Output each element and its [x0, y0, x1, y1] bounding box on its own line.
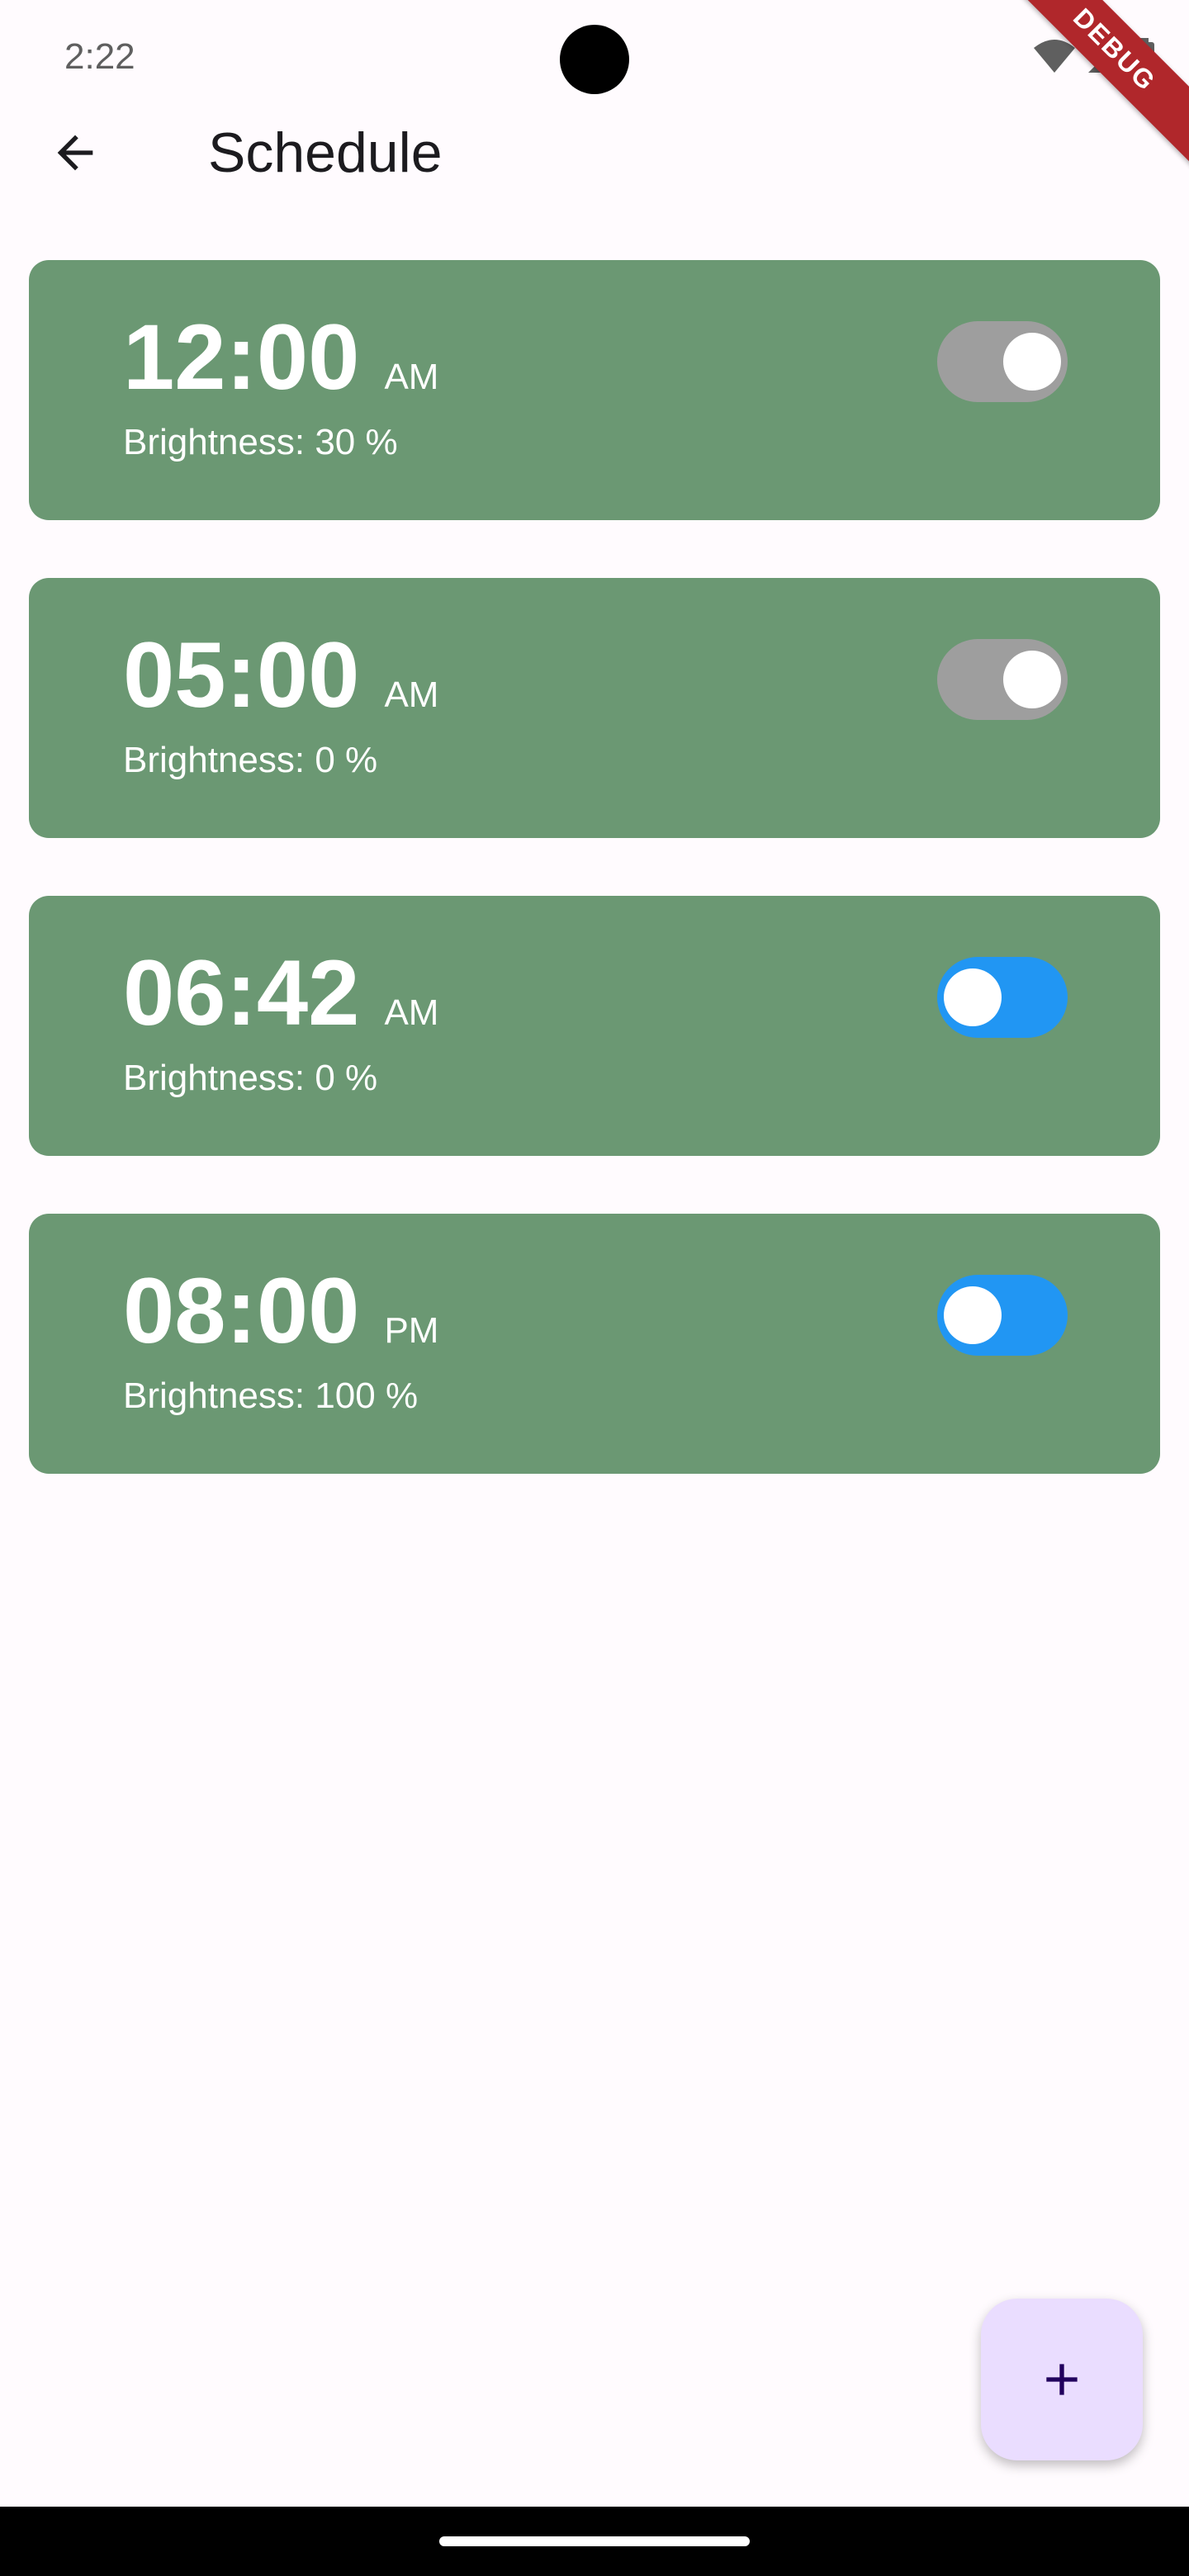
schedule-brightness: Brightness: 100 % — [123, 1376, 419, 1416]
schedule-brightness: Brightness: 0 % — [123, 1058, 378, 1098]
schedule-list: 12:00 AM Brightness: 30 % 05:00 AM Brigh… — [29, 260, 1160, 1532]
schedule-toggle[interactable] — [937, 1275, 1068, 1356]
toggle-thumb — [1003, 333, 1061, 391]
status-time: 2:22 — [64, 36, 135, 77]
toggle-thumb — [944, 968, 1002, 1026]
toggle-thumb — [944, 1286, 1002, 1344]
schedule-toggle[interactable] — [937, 957, 1068, 1038]
home-gesture-handle[interactable] — [439, 2536, 750, 2546]
time-row: 05:00 AM — [123, 629, 438, 722]
system-nav-bar — [0, 2507, 1189, 2576]
status-bar: 2:22 DEBUG — [0, 0, 1189, 192]
wifi-icon — [1034, 40, 1075, 73]
schedule-toggle[interactable] — [937, 639, 1068, 720]
schedule-screen: 2:22 DEBUG Schedule 12:00 AM Brightness:… — [0, 0, 1189, 2576]
add-schedule-button[interactable] — [981, 2299, 1143, 2460]
time-row: 06:42 AM — [123, 947, 438, 1039]
schedule-card[interactable]: 05:00 AM Brightness: 0 % — [29, 578, 1160, 838]
page-title: Schedule — [208, 121, 443, 184]
time-row: 08:00 PM — [123, 1265, 438, 1357]
toggle-thumb — [1003, 651, 1061, 708]
add-icon — [1046, 2364, 1078, 2395]
schedule-period: AM — [384, 992, 439, 1033]
schedule-card[interactable]: 08:00 PM Brightness: 100 % — [29, 1214, 1160, 1474]
schedule-brightness: Brightness: 30 % — [123, 422, 398, 462]
schedule-time: 06:42 — [123, 941, 360, 1044]
schedule-brightness: Brightness: 0 % — [123, 740, 378, 780]
schedule-toggle[interactable] — [937, 321, 1068, 402]
time-row: 12:00 AM — [123, 311, 438, 404]
schedule-period: AM — [384, 357, 439, 397]
camera-cutout — [560, 25, 629, 94]
schedule-period: PM — [384, 1310, 439, 1351]
app-bar: Schedule — [0, 107, 1189, 190]
schedule-card[interactable]: 12:00 AM Brightness: 30 % — [29, 260, 1160, 520]
schedule-card[interactable]: 06:42 AM Brightness: 0 % — [29, 896, 1160, 1156]
back-button[interactable] — [38, 116, 112, 190]
schedule-time: 12:00 — [123, 305, 360, 409]
schedule-period: AM — [384, 675, 439, 715]
schedule-time: 08:00 — [123, 1259, 360, 1362]
arrow-back-icon — [57, 135, 93, 171]
schedule-time: 05:00 — [123, 623, 360, 727]
